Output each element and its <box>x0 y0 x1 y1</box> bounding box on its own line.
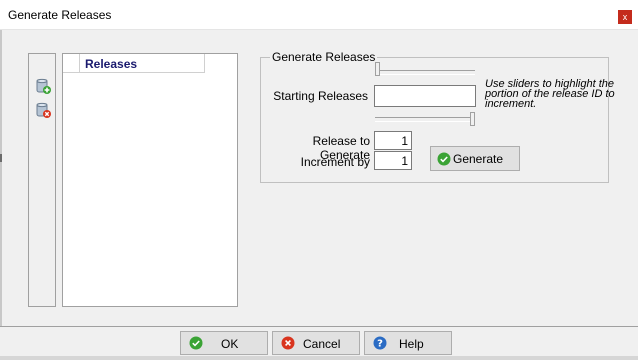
delete-release-button[interactable] <box>35 102 51 118</box>
check-circle-icon <box>189 336 203 350</box>
releases-list-header[interactable]: Releases <box>63 54 205 73</box>
window-title: Generate Releases <box>8 8 112 22</box>
check-circle-icon <box>437 152 451 166</box>
column-separator <box>204 54 205 72</box>
generate-button-label: Generate <box>453 152 504 166</box>
close-button[interactable]: x <box>618 10 632 24</box>
help-question-icon: ? <box>373 336 387 350</box>
group-title: Generate Releases <box>270 50 378 64</box>
slider-hint: Use sliders to highlight the portion of … <box>485 78 615 110</box>
starting-releases-label: Starting Releases <box>273 89 368 103</box>
help-button[interactable]: ? Help <box>364 331 452 355</box>
cancel-button[interactable]: Cancel <box>272 331 360 355</box>
releases-column-header[interactable]: Releases <box>85 57 137 71</box>
toolbar <box>28 53 56 307</box>
window-edge <box>0 30 2 356</box>
edge-marker <box>0 154 2 162</box>
slider-thumb[interactable] <box>375 62 380 76</box>
ok-button-label: OK <box>221 337 239 351</box>
ok-button[interactable]: OK <box>180 331 268 355</box>
cancel-x-icon <box>281 336 295 350</box>
column-separator <box>79 54 80 72</box>
increment-by-label: Increment by <box>300 155 370 169</box>
window-bottom-edge <box>0 356 638 360</box>
slider-track <box>375 70 475 75</box>
cancel-button-label: Cancel <box>303 337 341 351</box>
slider-thumb[interactable] <box>470 112 475 126</box>
title-bar: Generate Releases x <box>0 0 638 30</box>
releases-list[interactable]: Releases <box>62 53 238 307</box>
increment-by-input[interactable] <box>374 151 412 170</box>
add-release-button[interactable] <box>35 78 51 94</box>
slider-track <box>375 117 475 122</box>
delete-database-icon <box>36 102 51 118</box>
starting-releases-input[interactable] <box>374 85 476 107</box>
svg-text:?: ? <box>377 339 383 350</box>
help-button-label: Help <box>399 337 424 351</box>
generate-button[interactable]: Generate <box>430 146 520 171</box>
add-database-icon <box>36 78 51 94</box>
release-to-generate-input[interactable] <box>374 131 412 150</box>
